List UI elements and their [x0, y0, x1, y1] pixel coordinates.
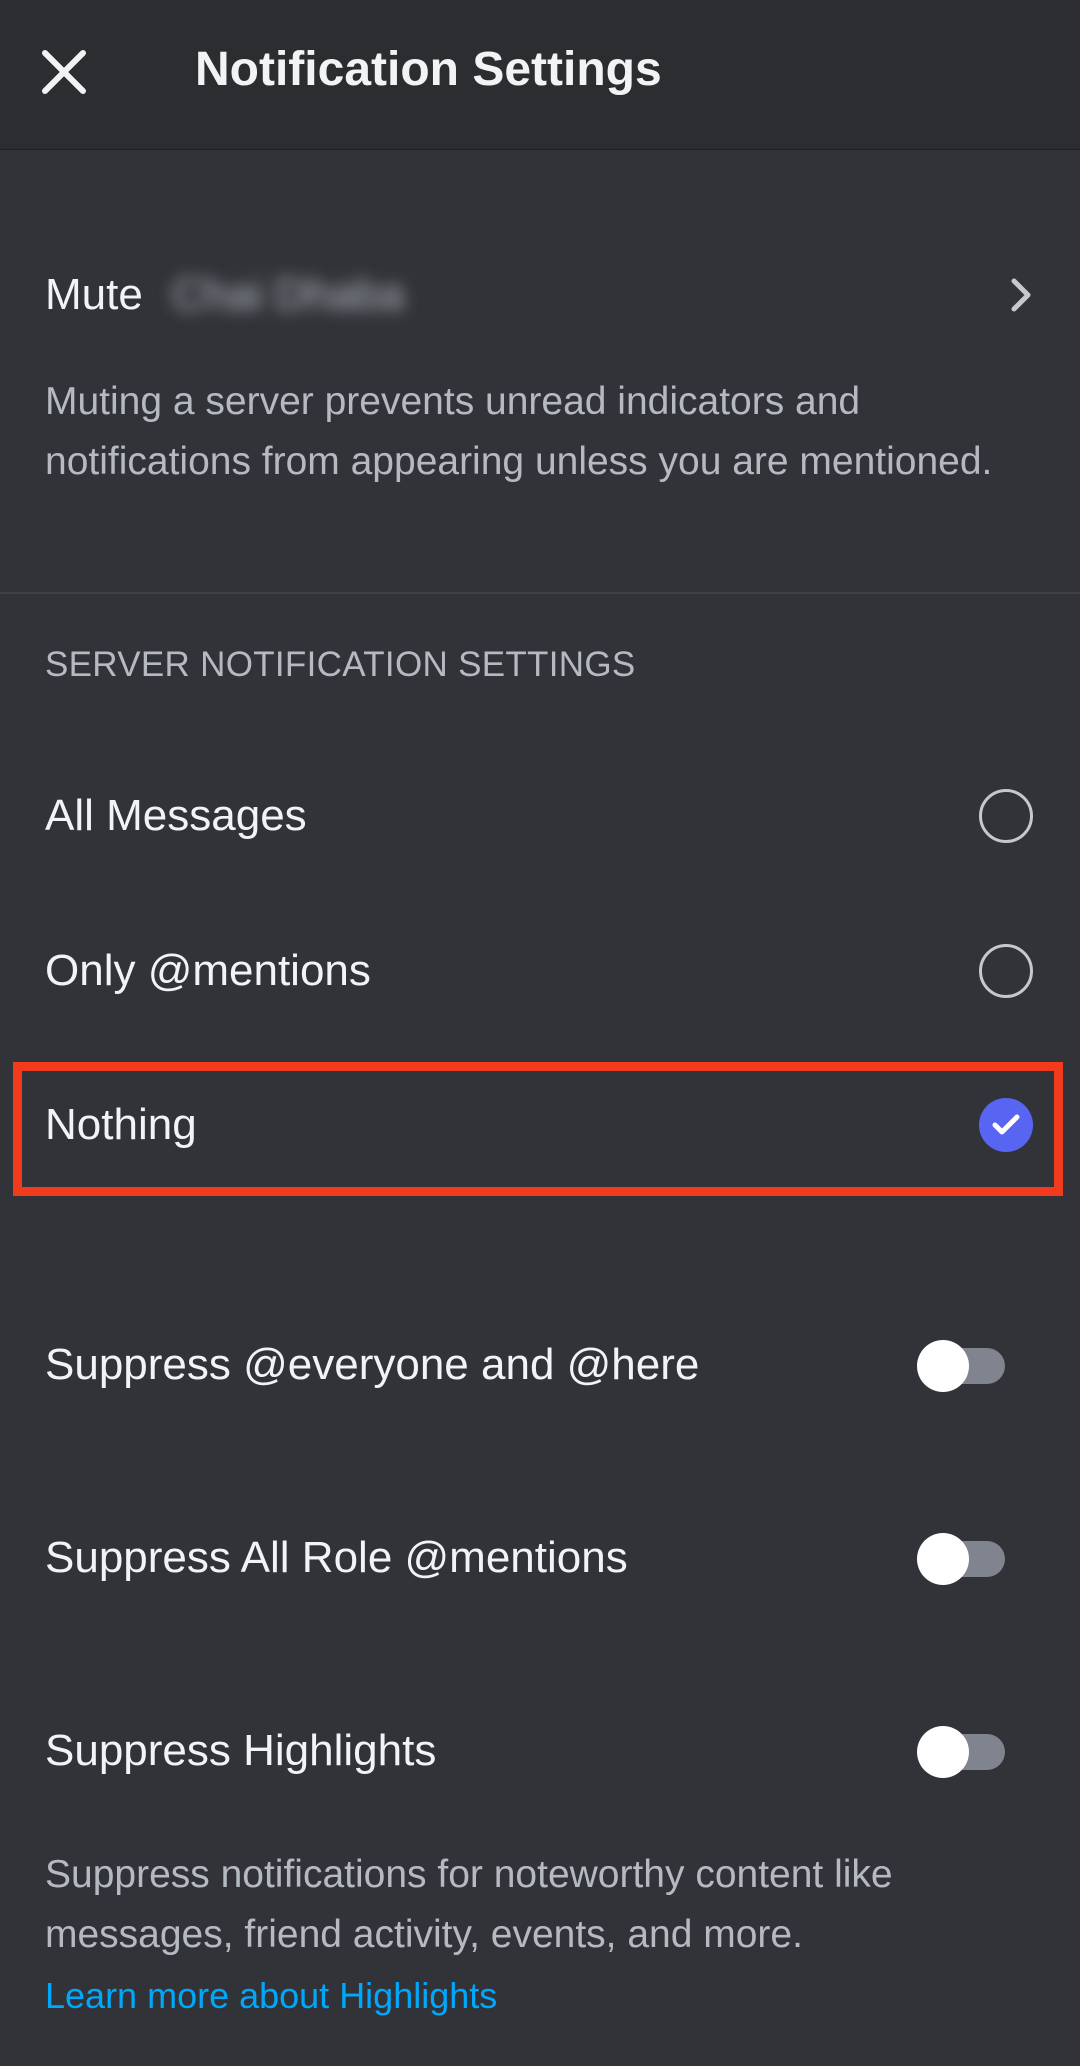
suppress-role-mentions-toggle[interactable]	[917, 1533, 1005, 1585]
suppress-highlights-toggle[interactable]	[917, 1726, 1005, 1778]
option-label: All Messages	[45, 791, 307, 840]
mute-description: Muting a server prevents unread indicato…	[45, 380, 993, 483]
learn-more-highlights-link[interactable]: Learn more about Highlights	[45, 1975, 497, 2017]
toggle-label: Suppress @everyone and @here	[45, 1340, 700, 1389]
chevron-right-icon	[1011, 278, 1031, 312]
server-name: Chai Dhaba	[172, 270, 405, 319]
toggle-knob	[917, 1533, 969, 1585]
mute-label: Mute	[45, 270, 143, 319]
highlights-description: Suppress notifications for noteworthy co…	[45, 1853, 893, 1956]
toggle-knob	[917, 1726, 969, 1778]
section-divider	[0, 592, 1080, 594]
toggle-knob	[917, 1340, 969, 1392]
header-bar: Notification Settings	[0, 0, 1080, 150]
mute-server-row[interactable]: Mute Chai Dhaba	[0, 245, 1080, 345]
toggle-label: Suppress All Role @mentions	[45, 1533, 628, 1582]
toggle-label: Suppress Highlights	[45, 1726, 437, 1775]
radio-unchecked[interactable]	[979, 944, 1033, 998]
option-label: Nothing	[45, 1100, 197, 1149]
close-icon	[42, 50, 86, 94]
close-button[interactable]	[28, 36, 100, 108]
option-only-mentions[interactable]: Only @mentions	[0, 912, 1080, 1032]
option-label: Only @mentions	[45, 946, 371, 995]
suppress-everyone-toggle[interactable]	[917, 1340, 1005, 1392]
option-all-messages[interactable]: All Messages	[0, 757, 1080, 877]
page-title: Notification Settings	[195, 43, 662, 96]
checkmark-icon	[992, 1114, 1020, 1135]
toggle-row-suppress-roles: Suppress All Role @mentions	[0, 1499, 1080, 1619]
radio-unchecked[interactable]	[979, 789, 1033, 843]
radio-checked[interactable]	[979, 1098, 1033, 1152]
option-nothing[interactable]: Nothing	[0, 1066, 1080, 1186]
section-header: SERVER NOTIFICATION SETTINGS	[45, 645, 636, 684]
toggle-row-suppress-everyone: Suppress @everyone and @here	[0, 1306, 1080, 1426]
toggle-row-suppress-highlights: Suppress Highlights	[0, 1692, 1080, 1812]
